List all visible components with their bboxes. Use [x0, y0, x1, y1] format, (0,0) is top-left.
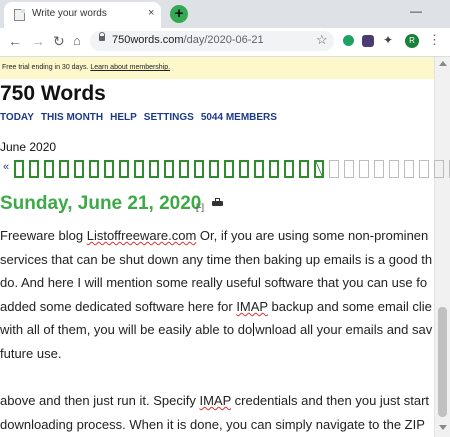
nav-members[interactable]: 5044 MEMBERS [201, 112, 277, 123]
entry-text: do. And here I will mention some really … [0, 275, 428, 291]
trial-text: Free trial ending in 30 days. [2, 64, 91, 71]
scrollbar-thumb[interactable] [438, 307, 447, 417]
bookmark-star-icon[interactable]: ☆ [316, 32, 328, 48]
browser-tab[interactable]: Write your words × [4, 2, 161, 28]
forward-icon[interactable]: → [31, 33, 45, 49]
browser-menu-icon[interactable]: ⋮ [428, 32, 441, 48]
day-box-6[interactable] [89, 160, 99, 178]
entry-text: credentials and then you just start [231, 393, 430, 409]
day-box-26[interactable] [389, 160, 399, 178]
day-box-17[interactable] [254, 160, 264, 178]
membership-link[interactable]: Learn about membership. [90, 64, 170, 71]
extension-purple-icon[interactable] [362, 35, 374, 47]
nav-help[interactable]: HELP [110, 112, 137, 123]
profile-avatar[interactable]: R [405, 34, 419, 48]
page-scrollbar[interactable] [434, 57, 450, 437]
entry-text: future use. [0, 346, 62, 361]
day-box-28[interactable] [419, 160, 429, 178]
entry-line: with all of them, you will be easily abl… [0, 322, 432, 337]
day-box-29[interactable] [434, 160, 444, 178]
day-box-23[interactable] [344, 160, 354, 178]
address-bar[interactable]: 750words.com/day/2020-06-21 ☆ [90, 31, 334, 51]
entry-text: above and then just run it. Specify [0, 393, 200, 409]
entry-text: with all of them, you will be easily abl… [0, 322, 253, 338]
day-box-3[interactable] [44, 160, 54, 178]
entry-line: Freeware blog Listoffreeware.com Or, if … [0, 228, 428, 243]
day-box-24[interactable] [359, 160, 369, 178]
entry-text: backup and some email clie [267, 298, 432, 314]
entry-text: services that can be shut down any time … [0, 251, 433, 267]
lock-icon [99, 32, 105, 41]
entry-line: downloading process. When it is done, yo… [0, 417, 425, 432]
day-box-4[interactable] [59, 160, 69, 178]
misspelled-word: IMAP [199, 393, 232, 409]
day-box-21[interactable] [314, 160, 324, 178]
entry-text: downloading process. When it is done, yo… [0, 416, 425, 432]
trial-banner: Free trial ending in 30 days. Learn abou… [0, 57, 434, 79]
day-box-15[interactable] [224, 160, 234, 178]
page-icon [14, 9, 25, 21]
misspelled-word: Listoffreeware.com [86, 228, 197, 243]
entry-line: added some dedicated software here for I… [0, 299, 432, 314]
entry-line: future use. [0, 346, 61, 361]
month-label: June 2020 [0, 140, 57, 154]
day-box-8[interactable] [119, 160, 129, 178]
day-box-18[interactable] [269, 160, 279, 178]
day-box-10[interactable] [149, 160, 159, 178]
site-nav: TODAY THIS MONTH HELP SETTINGS 5044 MEMBERS [0, 112, 284, 123]
new-tab-button[interactable]: + [170, 5, 188, 23]
scroll-down-arrow-icon[interactable] [439, 425, 447, 430]
browser-tab-bar: Write your words × + — [0, 0, 450, 28]
day-box-14[interactable] [209, 160, 219, 178]
url-text[interactable]: 750words.com/day/2020-06-21 [112, 34, 264, 46]
extensions-puzzle-icon[interactable]: ✦ [383, 33, 393, 47]
day-box-25[interactable] [374, 160, 384, 178]
day-box-27[interactable] [404, 160, 414, 178]
entry-line: services that can be shut down any time … [0, 252, 432, 267]
collapse-toggle[interactable]: [-] [196, 202, 204, 212]
entry-text: wnload all your emails and sav [255, 322, 433, 338]
close-tab-icon[interactable]: × [148, 7, 154, 19]
day-box-13[interactable] [194, 160, 204, 178]
print-icon[interactable] [212, 198, 223, 207]
tab-title: Write your words [32, 8, 107, 19]
back-icon[interactable]: ← [8, 33, 22, 49]
minimize-icon[interactable]: — [410, 4, 422, 18]
entry-text: Freeware blog [0, 228, 87, 243]
writing-area[interactable]: Freeware blog Listoffreeware.com Or, if … [0, 228, 434, 437]
day-box-7[interactable] [104, 160, 114, 178]
day-box-11[interactable] [164, 160, 174, 178]
reload-icon[interactable]: ↻ [53, 33, 65, 50]
nav-this-month[interactable]: THIS MONTH [41, 112, 103, 123]
nav-today[interactable]: TODAY [0, 112, 34, 123]
extension-green-icon[interactable] [343, 35, 354, 46]
day-box-20[interactable] [299, 160, 309, 178]
day-box-12[interactable] [179, 160, 189, 178]
entry-text: added some dedicated software here for [0, 298, 237, 314]
day-box-1[interactable] [14, 160, 24, 178]
day-box-22[interactable] [329, 160, 339, 178]
day-box-2[interactable] [29, 160, 39, 178]
day-box-16[interactable] [239, 160, 249, 178]
nav-settings[interactable]: SETTINGS [144, 112, 194, 123]
misspelled-word: IMAP [236, 298, 268, 314]
previous-month-link[interactable]: « [3, 161, 9, 173]
scroll-up-arrow-icon[interactable] [439, 61, 447, 66]
day-boxes [14, 160, 450, 182]
entry-line: above and then just run it. Specify IMAP… [0, 393, 429, 408]
day-box-5[interactable] [74, 160, 84, 178]
home-icon[interactable]: ⌂ [73, 33, 81, 48]
site-title[interactable]: 750 Words [0, 82, 106, 106]
entry-date-heading: Sunday, June 21, 2020 [0, 193, 202, 214]
browser-toolbar: ← → ↻ ⌂ 750words.com/day/2020-06-21 ☆ ✦ … [0, 28, 450, 57]
entry-text: Or, if you are using some non-prominen [196, 228, 429, 243]
day-box-19[interactable] [284, 160, 294, 178]
day-box-9[interactable] [134, 160, 144, 178]
entry-line: do. And here I will mention some really … [0, 275, 427, 290]
